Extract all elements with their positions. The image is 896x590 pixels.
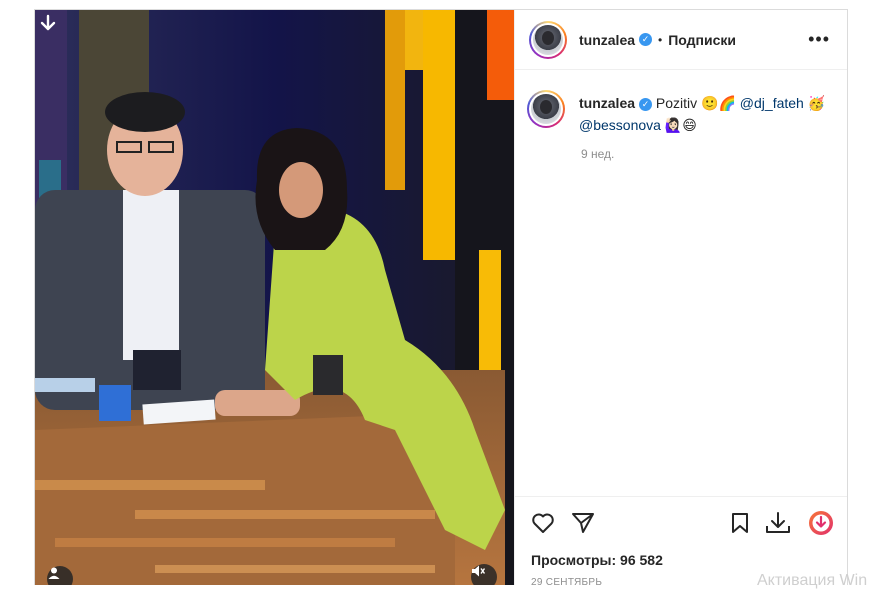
following-button[interactable]: Подписки: [668, 32, 736, 48]
caption-emoji: 🙋🏻‍♀️😄: [664, 117, 697, 133]
instagram-post-dialog: tunzalea ✓ • Подписки ••• tunzalea ✓ Pozi…: [34, 9, 848, 585]
verified-badge-icon: ✓: [639, 33, 653, 46]
mention-link[interactable]: @bessonova: [579, 117, 661, 133]
post-video[interactable]: [35, 10, 514, 585]
post-header: tunzalea ✓ • Подписки •••: [515, 10, 847, 70]
caption-avatar-image: [531, 94, 561, 124]
header-separator: •: [658, 32, 663, 47]
video-frame: [35, 10, 514, 585]
caption-time[interactable]: 9 нед.: [581, 147, 614, 161]
avatar[interactable]: [529, 20, 567, 59]
bookmark-icon[interactable]: [726, 509, 754, 537]
caption-text: tunzalea ✓ Pozitiv 🙂🌈 @dj_fateh 🥳 @besson…: [579, 92, 825, 136]
send-icon[interactable]: [569, 509, 597, 537]
caption-username[interactable]: tunzalea: [579, 95, 635, 111]
download-icon[interactable]: [763, 509, 793, 537]
mention-link[interactable]: @dj_fateh: [740, 95, 804, 111]
post-date[interactable]: 29 СЕНТЯБРЬ: [531, 577, 602, 585]
verified-badge-icon: ✓: [639, 97, 653, 111]
extension-download-icon[interactable]: [806, 508, 836, 538]
caption-emoji: 🥳: [807, 95, 826, 111]
header-username[interactable]: tunzalea: [579, 32, 635, 48]
down-arrow-icon[interactable]: [39, 14, 61, 36]
more-options-icon[interactable]: •••: [808, 30, 830, 48]
caption-avatar[interactable]: [527, 90, 565, 128]
user-icon[interactable]: [47, 566, 73, 585]
speaker-muted-icon[interactable]: [471, 564, 497, 585]
avatar-image: [533, 24, 563, 55]
caption-body: Pozitiv 🙂🌈: [655, 95, 736, 111]
caption: tunzalea ✓ Pozitiv 🙂🌈 @dj_fateh 🥳 @besson…: [527, 90, 837, 136]
views-count: Просмотры: 96 582: [531, 552, 663, 568]
windows-activation-watermark: Активация Win: [757, 572, 868, 589]
heart-icon[interactable]: [529, 509, 557, 537]
post-sidebar: tunzalea ✓ • Подписки ••• tunzalea ✓ Pozi…: [514, 10, 847, 585]
